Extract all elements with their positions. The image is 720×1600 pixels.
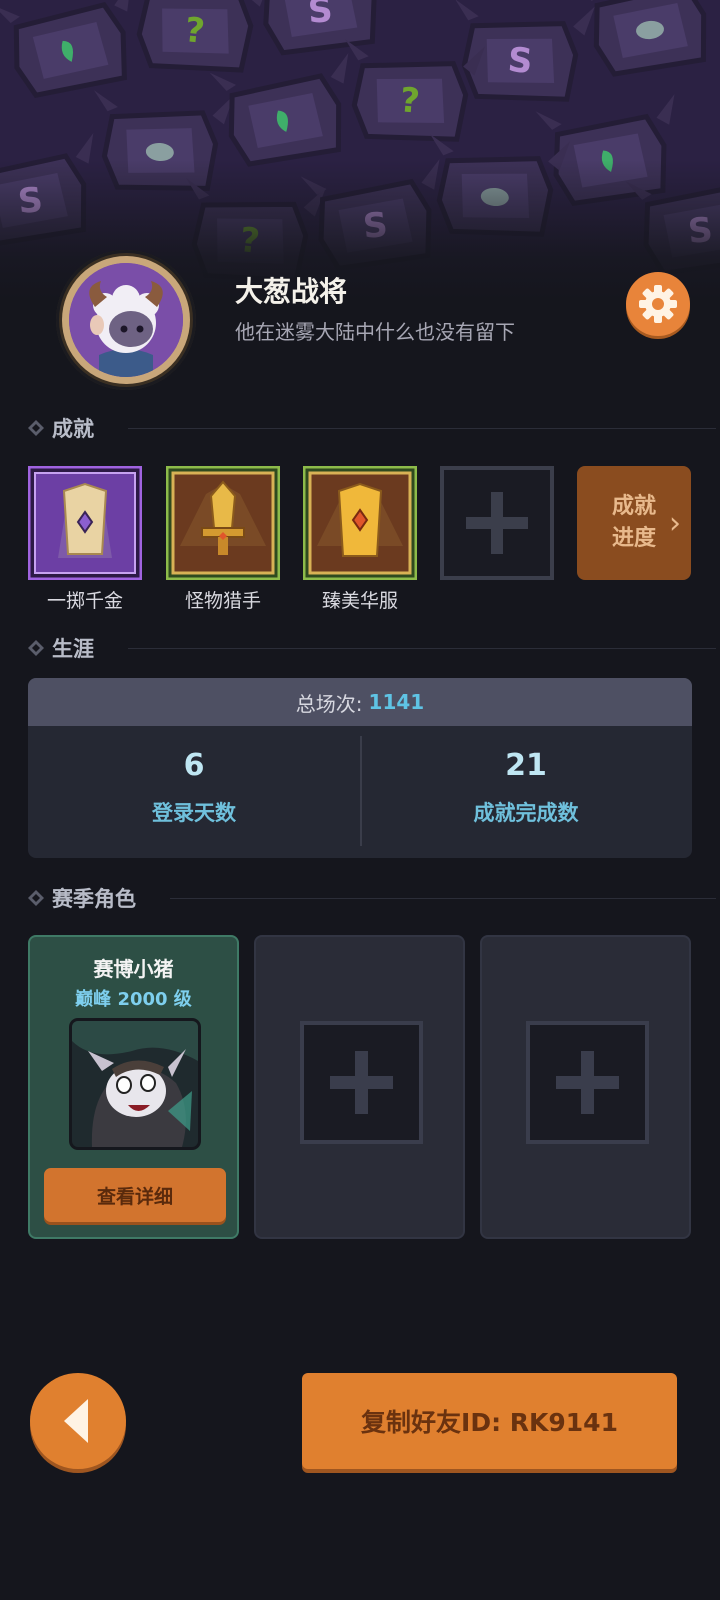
back-button[interactable] — [30, 1373, 126, 1469]
progress-label-line1: 成就 — [611, 494, 656, 519]
stat-achievements-done: 21 成就完成数 — [360, 726, 692, 858]
section-header-achievements: 成就 — [28, 413, 716, 443]
total-matches-value: 1141 — [368, 690, 425, 714]
plus-icon — [330, 1051, 393, 1114]
sheep-avatar-icon — [69, 263, 183, 377]
character-empty-slot[interactable] — [300, 1021, 423, 1144]
section-title: 成就 — [52, 417, 94, 441]
career-stats-card: 总场次: 1141 6 登录天数 21 成就完成数 — [28, 678, 692, 858]
section-header-season-characters: 赛季角色 — [28, 883, 716, 913]
achievement-badge[interactable] — [302, 465, 418, 581]
stat-login-days: 6 登录天数 — [28, 726, 360, 858]
season-character-empty-card[interactable] — [254, 935, 465, 1239]
achievement-label: 一掷千金 — [46, 590, 123, 612]
chevron-right-icon: › — [669, 506, 681, 541]
achievement-label: 臻美华服 — [321, 590, 398, 612]
diamond-icon — [28, 640, 44, 656]
character-portrait — [72, 1021, 198, 1147]
player-name: 大葱战将 — [235, 275, 348, 308]
badge-sword-icon — [165, 465, 281, 581]
diamond-icon — [28, 420, 44, 436]
player-bio: 他在迷雾大陆中什么也没有留下 — [235, 320, 515, 344]
svg-text:?: ? — [183, 10, 207, 52]
stat-label: 登录天数 — [152, 801, 236, 825]
copy-friend-id-button[interactable]: 复制好友ID: RK9141 — [302, 1373, 677, 1469]
section-divider — [128, 648, 716, 649]
achievement-progress-button[interactable]: 成就 进度 › — [577, 466, 691, 580]
section-title: 赛季角色 — [52, 887, 136, 911]
section-title: 生涯 — [52, 637, 94, 661]
avatar-image — [69, 263, 183, 377]
settings-button[interactable] — [626, 272, 690, 336]
plus-icon — [556, 1051, 619, 1114]
section-divider — [170, 898, 716, 899]
stat-label: 成就完成数 — [473, 801, 579, 825]
cyber-pig-portrait-icon — [72, 1021, 198, 1147]
achievement-empty-slot[interactable] — [440, 466, 554, 580]
back-arrow-icon — [64, 1399, 88, 1443]
section-divider — [128, 428, 716, 429]
svg-text:S: S — [307, 0, 334, 32]
total-matches: 总场次: 1141 — [28, 678, 692, 726]
svg-text:S: S — [506, 40, 534, 82]
section-header-career: 生涯 — [28, 633, 716, 663]
season-character-empty-card[interactable] — [480, 935, 691, 1239]
character-empty-slot[interactable] — [526, 1021, 649, 1144]
gear-icon — [639, 285, 677, 323]
badge-purple-icon — [27, 465, 143, 581]
achievement-progress-label: 成就 进度 — [601, 491, 667, 555]
stat-value: 21 — [505, 748, 547, 783]
achievement-label: 怪物猎手 — [184, 590, 261, 612]
season-character-card[interactable]: 赛博小猪 巅峰 2000 级 查看详细 — [28, 935, 239, 1239]
plus-icon — [466, 492, 528, 554]
progress-label-line2: 进度 — [611, 526, 656, 551]
svg-text:?: ? — [398, 80, 421, 122]
total-matches-label: 总场次: — [295, 691, 363, 716]
character-name: 赛博小猪 — [93, 957, 174, 981]
diamond-icon — [28, 890, 44, 906]
character-level: 巅峰 2000 级 — [75, 989, 192, 1010]
badge-robe-icon — [302, 465, 418, 581]
achievement-badge[interactable] — [27, 465, 143, 581]
achievement-badge[interactable] — [165, 465, 281, 581]
avatar[interactable] — [56, 250, 196, 390]
view-details-button[interactable]: 查看详细 — [44, 1168, 226, 1222]
stat-value: 6 — [183, 748, 205, 783]
